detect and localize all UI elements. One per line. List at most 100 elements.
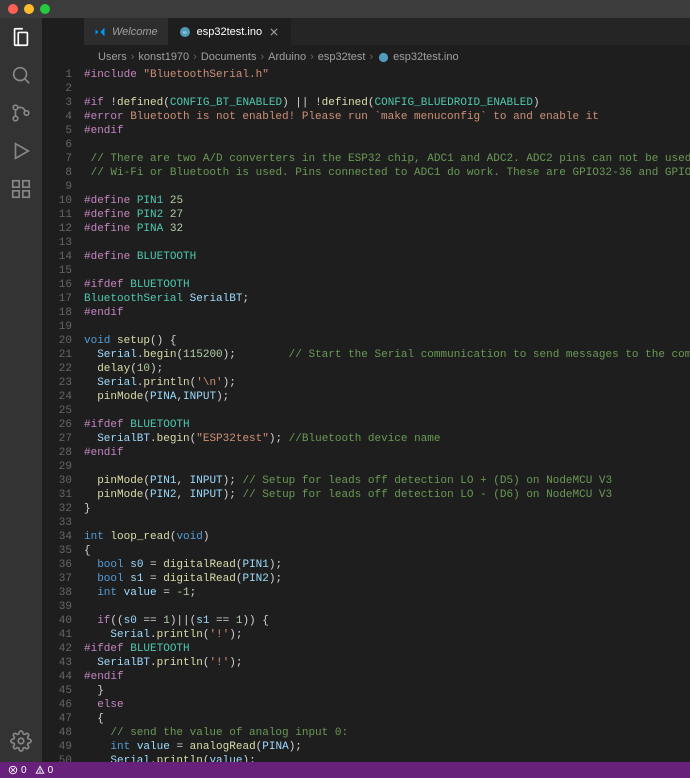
code-line[interactable]: #if !defined(CONFIG_BT_ENABLED) || !defi…	[84, 96, 690, 110]
code-line[interactable]: #endif	[84, 446, 690, 460]
code-editor[interactable]: 1234567891011121314151617181920212223242…	[42, 68, 690, 762]
chevron-right-icon: ›	[260, 51, 264, 63]
close-icon[interactable]	[268, 26, 280, 38]
code-line[interactable]	[84, 600, 690, 614]
window-minimize-button[interactable]	[24, 4, 34, 14]
code-line[interactable]: #define PINA 32	[84, 222, 690, 236]
breadcrumb[interactable]: Users › konst1970 › Documents › Arduino …	[84, 46, 690, 68]
code-line[interactable]: pinMode(PINA,INPUT);	[84, 390, 690, 404]
line-number: 9	[42, 180, 72, 194]
chevron-right-icon: ›	[131, 51, 135, 63]
tab-welcome[interactable]: Welcome	[84, 18, 169, 45]
breadcrumb-item[interactable]: esp32test	[318, 51, 366, 63]
code-line[interactable]: {	[84, 544, 690, 558]
code-line[interactable]: #error Bluetooth is not enabled! Please …	[84, 110, 690, 124]
code-line[interactable]: SerialBT.begin("ESP32test"); //Bluetooth…	[84, 432, 690, 446]
code-line[interactable]: Serial.println(value);	[84, 754, 690, 762]
explorer-icon[interactable]	[10, 26, 32, 48]
settings-gear-icon[interactable]	[10, 730, 32, 752]
line-number: 18	[42, 306, 72, 320]
code-line[interactable]: pinMode(PIN1, INPUT); // Setup for leads…	[84, 474, 690, 488]
code-line[interactable]: bool s1 = digitalRead(PIN2);	[84, 572, 690, 586]
code-line[interactable]: BluetoothSerial SerialBT;	[84, 292, 690, 306]
debug-icon[interactable]	[10, 140, 32, 162]
code-line[interactable]: delay(10);	[84, 362, 690, 376]
line-number: 30	[42, 474, 72, 488]
line-number: 3	[42, 96, 72, 110]
line-number: 38	[42, 586, 72, 600]
breadcrumb-item[interactable]: konst1970	[138, 51, 189, 63]
code-line[interactable]: #define PIN1 25	[84, 194, 690, 208]
code-line[interactable]: else	[84, 698, 690, 712]
breadcrumb-item[interactable]: Arduino	[268, 51, 306, 63]
code-line[interactable]: // There are two A/D converters in the E…	[84, 152, 690, 166]
line-number: 23	[42, 376, 72, 390]
line-number: 25	[42, 404, 72, 418]
code-line[interactable]: Serial.println('\n');	[84, 376, 690, 390]
line-number: 17	[42, 292, 72, 306]
code-line[interactable]	[84, 264, 690, 278]
code-line[interactable]: pinMode(PIN2, INPUT); // Setup for leads…	[84, 488, 690, 502]
code-line[interactable]	[84, 236, 690, 250]
status-warnings[interactable]: 0	[35, 765, 54, 776]
line-number: 36	[42, 558, 72, 572]
status-errors[interactable]: 0	[8, 765, 27, 776]
search-icon[interactable]	[10, 64, 32, 86]
code-line[interactable]: Serial.begin(115200); // Start the Seria…	[84, 348, 690, 362]
line-number: 34	[42, 530, 72, 544]
tab-label: Welcome	[112, 26, 158, 38]
line-number: 22	[42, 362, 72, 376]
code-line[interactable]: #define BLUETOOTH	[84, 250, 690, 264]
code-line[interactable]: // Wi-Fi or Bluetooth is used. Pins conn…	[84, 166, 690, 180]
code-line[interactable]	[84, 180, 690, 194]
source-control-icon[interactable]	[10, 102, 32, 124]
line-number: 21	[42, 348, 72, 362]
code-line[interactable]: int value = -1;	[84, 586, 690, 600]
code-line[interactable]: }	[84, 502, 690, 516]
code-line[interactable]: int value = analogRead(PINA);	[84, 740, 690, 754]
code-line[interactable]: #ifdef BLUETOOTH	[84, 278, 690, 292]
extensions-icon[interactable]	[10, 178, 32, 200]
code-line[interactable]	[84, 460, 690, 474]
code-line[interactable]: {	[84, 712, 690, 726]
code-line[interactable]: #include "BluetoothSerial.h"	[84, 68, 690, 82]
breadcrumb-item[interactable]: esp32test.ino	[393, 51, 458, 63]
window-close-button[interactable]	[8, 4, 18, 14]
code-content[interactable]: #include "BluetoothSerial.h" #if !define…	[84, 68, 690, 762]
code-line[interactable]: #endif	[84, 670, 690, 684]
line-number: 20	[42, 334, 72, 348]
code-line[interactable]: bool s0 = digitalRead(PIN1);	[84, 558, 690, 572]
code-line[interactable]	[84, 138, 690, 152]
code-line[interactable]: #ifdef BLUETOOTH	[84, 418, 690, 432]
code-line[interactable]: if((s0 == 1)||(s1 == 1)) {	[84, 614, 690, 628]
code-line[interactable]: SerialBT.println('!');	[84, 656, 690, 670]
activity-bar	[0, 18, 42, 762]
breadcrumb-item[interactable]: Documents	[201, 51, 257, 63]
line-number: 27	[42, 432, 72, 446]
code-line[interactable]	[84, 404, 690, 418]
titlebar	[0, 0, 690, 18]
code-line[interactable]	[84, 516, 690, 530]
line-number: 47	[42, 712, 72, 726]
line-number: 5	[42, 124, 72, 138]
line-number: 31	[42, 488, 72, 502]
line-number: 8	[42, 166, 72, 180]
code-line[interactable]: #endif	[84, 306, 690, 320]
code-line[interactable]: int loop_read(void)	[84, 530, 690, 544]
line-number: 15	[42, 264, 72, 278]
code-line[interactable]: #define PIN2 27	[84, 208, 690, 222]
code-line[interactable]: // send the value of analog input 0:	[84, 726, 690, 740]
line-number: 32	[42, 502, 72, 516]
tab-esp32test[interactable]: ∞ esp32test.ino	[169, 18, 291, 45]
code-line[interactable]: #endif	[84, 124, 690, 138]
code-line[interactable]: #ifdef BLUETOOTH	[84, 642, 690, 656]
code-line[interactable]: Serial.println('!');	[84, 628, 690, 642]
code-line[interactable]: void setup() {	[84, 334, 690, 348]
code-line[interactable]	[84, 320, 690, 334]
code-line[interactable]	[84, 82, 690, 96]
code-line[interactable]: }	[84, 684, 690, 698]
line-number: 37	[42, 572, 72, 586]
window-zoom-button[interactable]	[40, 4, 50, 14]
line-number: 48	[42, 726, 72, 740]
breadcrumb-item[interactable]: Users	[98, 51, 127, 63]
